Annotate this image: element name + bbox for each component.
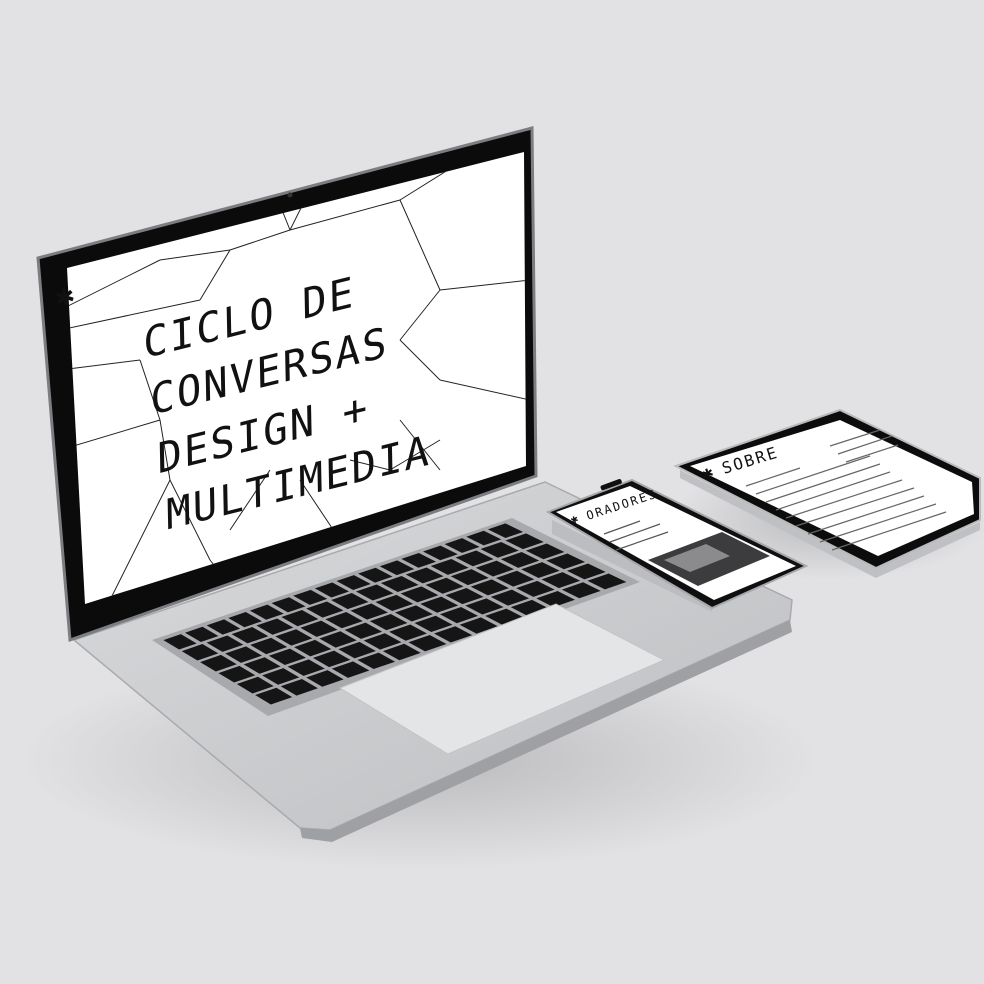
webcam <box>287 192 293 198</box>
device-mockup-scene: ✱ CICLO DE CONVERSAS DESIGN + MULTIMEDIA… <box>20 126 984 870</box>
